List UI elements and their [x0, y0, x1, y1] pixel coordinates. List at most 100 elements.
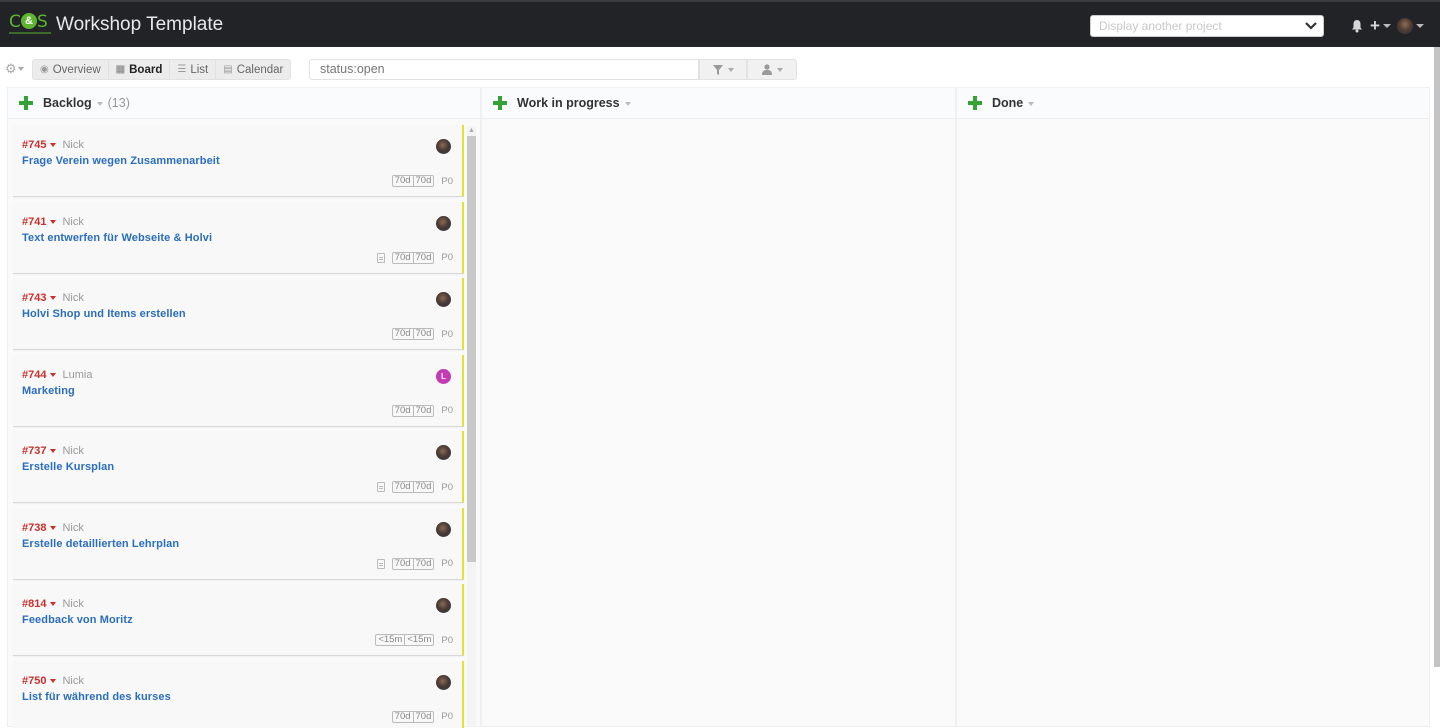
chevron-down-icon — [1305, 22, 1317, 30]
issue-id[interactable]: #744 — [22, 369, 46, 381]
issue-id[interactable]: #737 — [22, 445, 46, 457]
add-task-plus-icon[interactable] — [968, 96, 982, 110]
caret-down-icon[interactable] — [97, 102, 103, 106]
assignee-avatar[interactable] — [436, 139, 451, 154]
task-card[interactable]: #741Nick Text entwerfen für Webseite & Ho… — [13, 202, 464, 274]
caret-down-icon — [18, 67, 24, 71]
time-estimate: 70d70d — [392, 252, 435, 264]
user-filter-button[interactable] — [747, 59, 797, 80]
add-task-plus-icon[interactable] — [493, 96, 507, 110]
caret-down-icon[interactable] — [50, 220, 56, 224]
column-header: Done — [957, 88, 1429, 119]
tab-overview[interactable]: ◉ Overview — [33, 60, 109, 79]
assignee-avatar[interactable] — [436, 216, 451, 231]
column-title[interactable]: Work in progress — [517, 96, 620, 110]
caret-down-icon[interactable] — [1383, 24, 1391, 28]
caret-down-icon[interactable] — [50, 296, 56, 300]
spent-value: <15m — [405, 635, 433, 645]
tab-label: Overview — [53, 64, 101, 76]
task-card[interactable]: #744LumiaMarketingL70d70dP0 — [13, 355, 464, 427]
column-count: (13) — [108, 96, 130, 110]
column-scrollbar[interactable]: ▲ — [467, 126, 476, 727]
issue-id[interactable]: #738 — [22, 522, 46, 534]
issue-id[interactable]: #814 — [22, 598, 46, 610]
bell-icon[interactable] — [1350, 19, 1364, 33]
column-title[interactable]: Backlog — [43, 96, 92, 110]
card-title-link[interactable]: Erstelle Kursplan — [22, 461, 114, 473]
card-title-link[interactable]: Text entwerfen für Webseite & Holvi — [22, 232, 212, 244]
caret-down-icon[interactable] — [50, 679, 56, 683]
list-icon: ☰ — [177, 64, 186, 75]
priority-label: P0 — [441, 558, 453, 569]
assignee-avatar[interactable] — [436, 675, 451, 690]
priority-label: P0 — [441, 329, 453, 340]
task-card[interactable]: #743 Nick Holvi Shop und Items erstellen 70… — [13, 278, 464, 350]
task-card[interactable]: #738NickErstelle detaillierten Lehrplan7… — [13, 508, 464, 580]
task-card[interactable]: #814NickFeedback von Moritz<15m<15mP0 — [13, 584, 464, 656]
assignee-name: Nick — [62, 292, 83, 304]
project-title[interactable]: Workshop Template — [56, 13, 223, 37]
priority-label: P0 — [441, 405, 453, 416]
card-footer: 70d70d P0 — [377, 252, 453, 264]
tab-list[interactable]: ☰ List — [170, 60, 216, 79]
filter-icon — [713, 65, 723, 75]
card-footer: 70d70dP0 — [377, 558, 453, 570]
time-estimate: 70d70d — [392, 328, 435, 340]
caret-down-icon[interactable] — [1028, 102, 1034, 106]
app-logo[interactable]: C & S — [9, 12, 49, 38]
issue-id[interactable]: #743 — [22, 292, 46, 304]
user-icon — [762, 64, 772, 75]
issue-id[interactable]: #745 — [22, 139, 46, 151]
scrollbar-thumb[interactable] — [467, 136, 476, 562]
caret-down-icon[interactable] — [50, 373, 56, 377]
view-switcher: ◉ Overview ▦ Board ☰ List ▤ Calendar — [32, 59, 291, 80]
estimate-value: 70d — [393, 482, 414, 492]
add-task-plus-icon[interactable] — [19, 96, 33, 110]
card-title-link[interactable]: Marketing — [22, 385, 75, 397]
card-title-link[interactable]: Erstelle detaillierten Lehrplan — [22, 538, 179, 550]
card-title-link[interactable]: Holvi Shop und Items erstellen — [22, 308, 186, 320]
caret-down-icon[interactable] — [1416, 24, 1424, 28]
time-estimate: <15m<15m — [375, 634, 434, 646]
card-id-row: #750 Nick — [22, 675, 84, 687]
time-estimate: 70d70d — [392, 711, 435, 723]
assignee-avatar[interactable] — [436, 522, 451, 537]
caret-down-icon[interactable] — [50, 602, 56, 606]
card-id-row: #743 Nick — [22, 292, 84, 304]
column-title[interactable]: Done — [992, 96, 1023, 110]
caret-down-icon[interactable] — [50, 143, 56, 147]
search-input[interactable]: status:open — [309, 59, 699, 80]
page-scrollbar[interactable] — [1434, 47, 1440, 667]
filter-button[interactable] — [699, 59, 747, 80]
assignee-name: Nick — [62, 675, 83, 687]
caret-down-icon[interactable] — [625, 102, 631, 106]
card-id-row: #741Nick — [22, 216, 84, 228]
caret-down-icon[interactable] — [50, 449, 56, 453]
user-avatar[interactable] — [1397, 18, 1413, 34]
assignee-avatar[interactable]: L — [436, 369, 451, 384]
document-icon — [377, 253, 385, 263]
assignee-avatar[interactable] — [436, 445, 451, 460]
caret-down-icon[interactable] — [50, 526, 56, 530]
add-plus-icon[interactable]: + — [1370, 18, 1380, 34]
card-title-link[interactable]: Frage Verein wegen Zusammenarbeit — [22, 155, 220, 167]
issue-id[interactable]: #741 — [22, 216, 46, 228]
card-title-link[interactable]: List für während des kurses — [22, 691, 171, 703]
project-select[interactable]: Display another project — [1090, 15, 1324, 37]
spent-value: 70d — [414, 329, 434, 339]
task-card[interactable]: #750 Nick List für während des kurses 70d70… — [13, 661, 464, 728]
assignee-avatar[interactable] — [436, 292, 451, 307]
top-navbar: C & S Workshop Template Display another … — [0, 0, 1440, 47]
assignee-avatar[interactable] — [436, 598, 451, 613]
task-card[interactable]: #737NickErstelle Kursplan70d70dP0 — [13, 431, 464, 503]
settings-menu[interactable]: ⚙ — [5, 62, 27, 76]
card-footer: 70d70dP0 — [392, 405, 453, 417]
task-card[interactable]: #745NickFrage Verein wegen Zusammenarbei… — [13, 125, 464, 197]
issue-id[interactable]: #750 — [22, 675, 46, 687]
tab-board[interactable]: ▦ Board — [109, 60, 171, 79]
priority-label: P0 — [441, 252, 453, 263]
card-title-link[interactable]: Feedback von Moritz — [22, 614, 133, 626]
tab-calendar[interactable]: ▤ Calendar — [216, 60, 290, 79]
scroll-up-icon[interactable]: ▲ — [468, 127, 475, 135]
spent-value: 70d — [414, 253, 434, 263]
